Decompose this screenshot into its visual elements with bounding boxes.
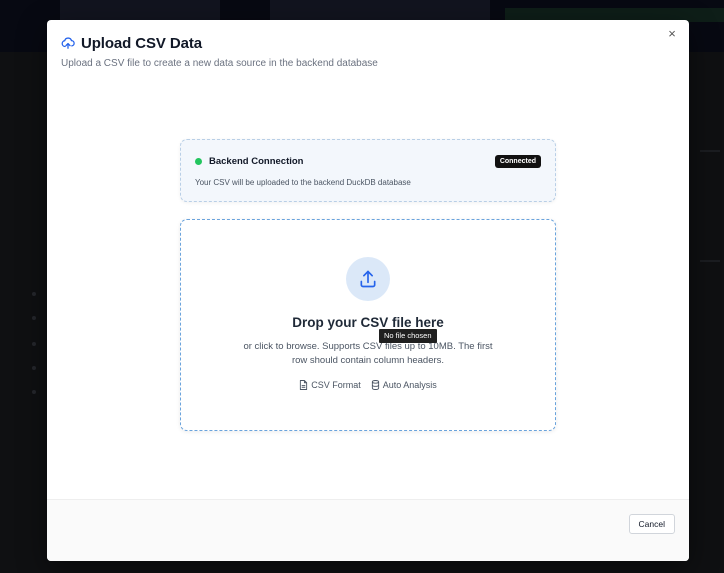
drop-title: Drop your CSV file here — [292, 315, 444, 330]
file-drop-zone[interactable]: Drop your CSV file here or click to brow… — [180, 219, 556, 431]
dialog-header: Upload CSV Data Upload a CSV file to cre… — [61, 34, 649, 70]
file-text-icon — [300, 380, 308, 390]
database-icon — [371, 380, 379, 390]
drop-description: or click to browse. Supports CSV files u… — [243, 341, 493, 366]
upload-csv-dialog: × Upload CSV Data Upload a CSV file to c… — [47, 20, 689, 561]
upload-icon — [346, 257, 390, 301]
feature-label: Auto Analysis — [382, 380, 437, 390]
backend-connection-card: Backend Connection Connected Your CSV wi… — [180, 139, 556, 202]
dialog-subtitle: Upload a CSV file to create a new data s… — [61, 58, 378, 69]
feature-auto-analysis: Auto Analysis — [371, 380, 437, 390]
connection-title: Backend Connection — [209, 155, 304, 167]
title-row: Upload CSV Data — [61, 34, 649, 52]
status-dot — [195, 157, 202, 165]
feature-csv-format: CSV Format — [299, 380, 361, 390]
close-button[interactable]: × — [665, 27, 679, 41]
dialog-footer: Cancel — [47, 499, 689, 561]
file-input-tooltip: No file chosen — [379, 329, 437, 343]
status-badge: Connected — [494, 154, 541, 168]
cloud-upload-icon — [61, 36, 75, 50]
cancel-button[interactable]: Cancel — [628, 514, 675, 534]
dialog-title: Upload CSV Data — [81, 34, 203, 52]
feature-list: CSV Format Auto Analysis — [181, 380, 555, 390]
feature-label: CSV Format — [311, 380, 361, 390]
close-icon[interactable]: × — [668, 26, 676, 41]
connection-description: Your CSV will be uploaded to the backend… — [195, 178, 411, 187]
connection-header: Backend Connection Connected — [195, 154, 541, 168]
